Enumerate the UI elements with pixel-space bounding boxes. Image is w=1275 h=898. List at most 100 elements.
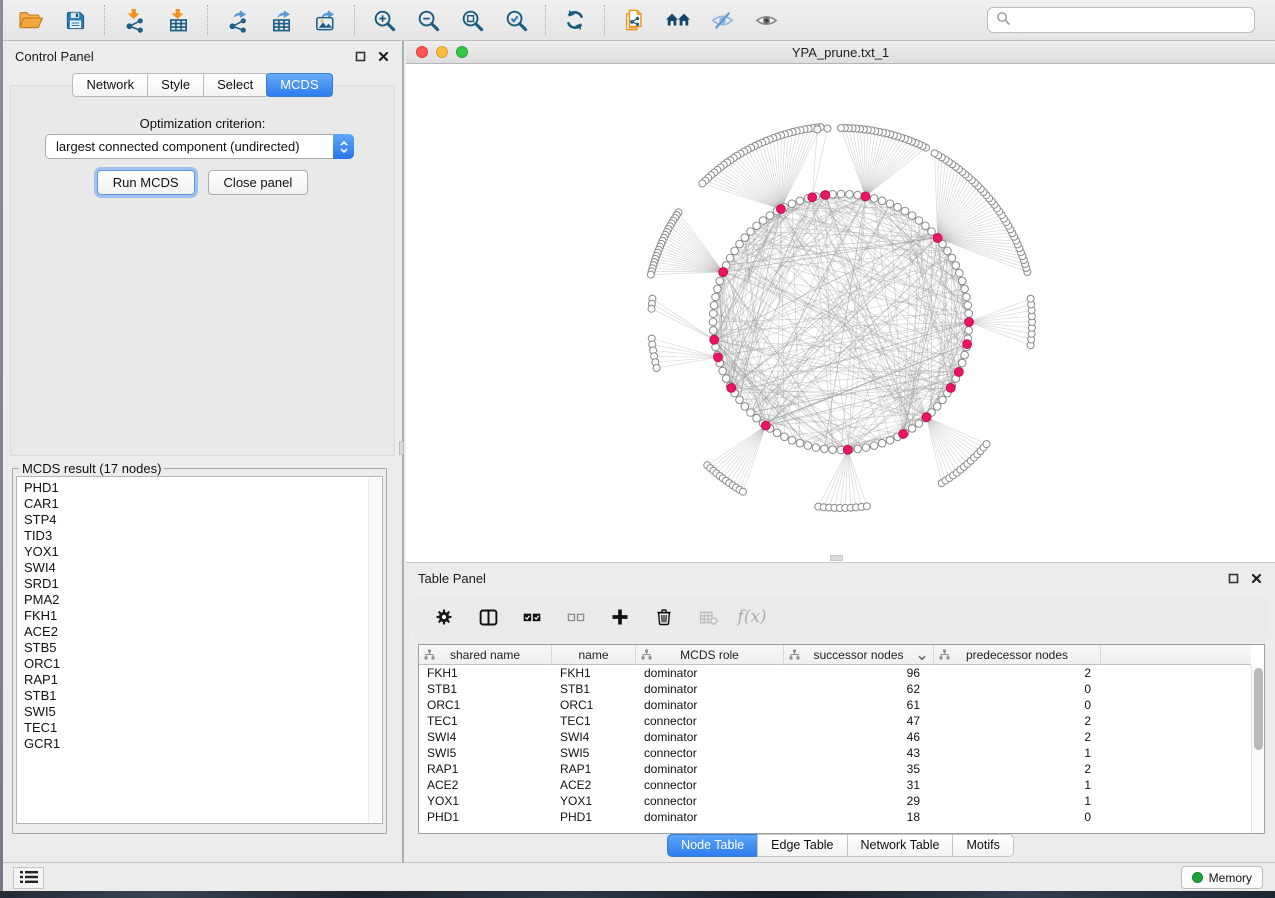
first-neighbors-button[interactable] xyxy=(660,3,696,37)
table-row[interactable]: SWI5SWI5connector431 xyxy=(419,745,1251,761)
vertical-splitter-grip[interactable] xyxy=(399,441,404,455)
mcds-result-item[interactable]: PMA2 xyxy=(24,592,382,608)
table-row[interactable]: TEC1TEC1connector472 xyxy=(419,713,1251,729)
function-button[interactable]: f(x) xyxy=(738,603,766,631)
cell-successor-nodes: 46 xyxy=(784,729,934,745)
mcds-result-item[interactable]: TEC1 xyxy=(24,720,382,736)
tab-network-table[interactable]: Network Table xyxy=(847,834,954,857)
toolbar-group xyxy=(557,3,593,37)
table-row[interactable]: ORC1ORC1dominator610 xyxy=(419,697,1251,713)
mcds-result-item[interactable]: RAP1 xyxy=(24,672,382,688)
mcds-result-scrollbar[interactable] xyxy=(368,478,381,822)
column-header-MCDS-role[interactable]: MCDS role xyxy=(636,645,784,665)
mcds-result-item[interactable]: YOX1 xyxy=(24,544,382,560)
import-table-button[interactable] xyxy=(160,3,196,37)
import-network-icon xyxy=(122,8,147,33)
cell-MCDS-role: dominator xyxy=(636,761,784,777)
close-mcds-panel-button[interactable]: Close panel xyxy=(208,170,309,195)
mcds-result-item[interactable]: STB1 xyxy=(24,688,382,704)
column-header-predecessor-nodes[interactable]: predecessor nodes xyxy=(934,645,1101,665)
table-row[interactable]: ACE2ACE2connector311 xyxy=(419,777,1251,793)
mcds-result-item[interactable]: ACE2 xyxy=(24,624,382,640)
zoom-fit-button[interactable] xyxy=(454,3,490,37)
refresh-button[interactable] xyxy=(557,3,593,37)
toolbar-separator xyxy=(207,5,208,35)
hide-selected-button[interactable] xyxy=(704,3,740,37)
tab-node-table[interactable]: Node Table xyxy=(667,834,758,857)
cell-MCDS-role: dominator xyxy=(636,681,784,697)
settings-button[interactable] xyxy=(430,603,458,631)
memory-button[interactable]: Memory xyxy=(1181,866,1263,889)
export-image-button[interactable] xyxy=(307,3,343,37)
delete-table-button[interactable] xyxy=(694,603,722,631)
cell-predecessor-nodes: 0 xyxy=(934,809,1101,825)
cell-MCDS-role: dominator xyxy=(636,697,784,713)
tab-motifs[interactable]: Motifs xyxy=(952,834,1013,857)
optimization-criterion-select[interactable]: largest connected component (undirected) xyxy=(45,134,354,159)
table-row[interactable]: RAP1RAP1dominator352 xyxy=(419,761,1251,777)
panel-list-button[interactable] xyxy=(13,867,44,889)
float-table-panel-button[interactable] xyxy=(1226,571,1240,585)
tab-select[interactable]: Select xyxy=(203,73,267,97)
zoom-out-button[interactable] xyxy=(410,3,446,37)
mcds-result-item[interactable]: ORC1 xyxy=(24,656,382,672)
mcds-result-item[interactable]: SWI5 xyxy=(24,704,382,720)
zoom-selected-button[interactable] xyxy=(498,3,534,37)
table-row[interactable]: YOX1YOX1connector291 xyxy=(419,793,1251,809)
cell-name: PHD1 xyxy=(552,809,636,825)
import-network-button[interactable] xyxy=(116,3,152,37)
float-panel-button[interactable] xyxy=(353,49,367,63)
cell-predecessor-nodes: 2 xyxy=(934,729,1101,745)
delete-button[interactable] xyxy=(650,603,678,631)
column-header-shared-name[interactable]: shared name xyxy=(419,645,552,665)
mcds-result-item[interactable]: STB5 xyxy=(24,640,382,656)
table-row[interactable]: FKH1FKH1dominator962 xyxy=(419,665,1251,681)
tab-mcds[interactable]: MCDS xyxy=(266,73,332,97)
export-table-button[interactable] xyxy=(263,3,299,37)
deselect-all-button[interactable] xyxy=(562,603,590,631)
mcds-result-item[interactable]: CAR1 xyxy=(24,496,382,512)
save-button[interactable] xyxy=(57,3,93,37)
optimization-criterion-value: largest connected component (undirected) xyxy=(46,139,333,154)
table-scrollbar-thumb[interactable] xyxy=(1254,668,1263,750)
table-row[interactable]: SWI4SWI4dominator462 xyxy=(419,729,1251,745)
cell-MCDS-role: dominator xyxy=(636,729,784,745)
mcds-result-item[interactable]: SWI4 xyxy=(24,560,382,576)
table-row[interactable]: PHD1PHD1dominator180 xyxy=(419,809,1251,825)
run-mcds-button[interactable]: Run MCDS xyxy=(97,170,195,195)
column-label: shared name xyxy=(450,648,520,662)
table-scrollbar[interactable] xyxy=(1251,665,1264,833)
cell-predecessor-nodes: 2 xyxy=(934,665,1101,681)
column-header-name[interactable]: name xyxy=(552,645,636,665)
mcds-result-item[interactable]: TID3 xyxy=(24,528,382,544)
horizontal-splitter-grip[interactable] xyxy=(830,555,843,561)
close-panel-button[interactable] xyxy=(376,49,390,63)
mcds-result-item[interactable]: GCR1 xyxy=(24,736,382,752)
node-table: shared name nameMCDS role successor nodes p… xyxy=(418,644,1265,834)
mcds-result-item[interactable]: SRD1 xyxy=(24,576,382,592)
cell-successor-nodes: 47 xyxy=(784,713,934,729)
column-header-successor-nodes[interactable]: successor nodes xyxy=(784,645,934,665)
search-input[interactable] xyxy=(1015,10,1254,30)
select-all-button[interactable] xyxy=(518,603,546,631)
tab-edge-table[interactable]: Edge Table xyxy=(757,834,847,857)
toolbar-group xyxy=(116,3,196,37)
close-table-panel-button[interactable] xyxy=(1249,571,1263,585)
open-file-button[interactable] xyxy=(13,3,49,37)
export-network-button[interactable] xyxy=(219,3,255,37)
zoom-in-button[interactable] xyxy=(366,3,402,37)
network-canvas[interactable] xyxy=(406,64,1275,562)
mcds-result-item[interactable]: FKH1 xyxy=(24,608,382,624)
network-window-titlebar[interactable]: YPA_prune.txt_1 xyxy=(406,41,1275,64)
network-share-button[interactable] xyxy=(616,3,652,37)
columns-button[interactable] xyxy=(474,603,502,631)
tab-style[interactable]: Style xyxy=(147,73,204,97)
tab-network[interactable]: Network xyxy=(72,73,148,97)
mcds-result-item[interactable]: PHD1 xyxy=(24,480,382,496)
mcds-result-list[interactable]: PHD1CAR1STP4TID3YOX1SWI4SRD1PMA2FKH1ACE2… xyxy=(16,476,383,824)
mcds-result-item[interactable]: STP4 xyxy=(24,512,382,528)
show-all-button[interactable] xyxy=(748,3,784,37)
column-label: successor nodes xyxy=(813,648,903,662)
table-row[interactable]: STB1STB1dominator620 xyxy=(419,681,1251,697)
add-button[interactable] xyxy=(606,603,634,631)
